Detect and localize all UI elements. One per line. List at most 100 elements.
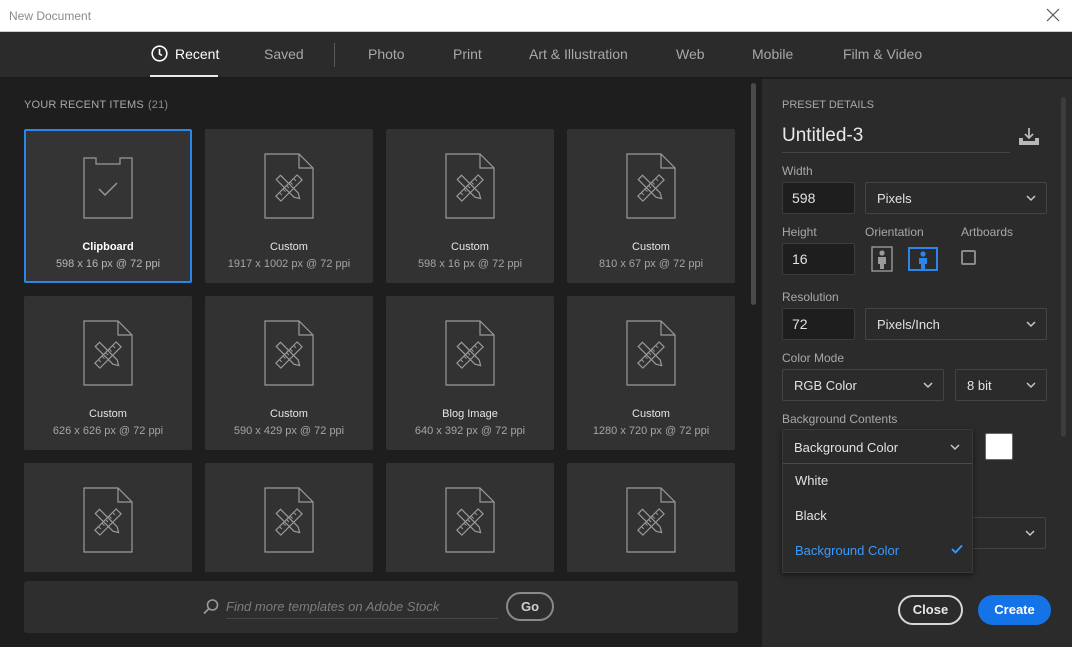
recent-item-tile[interactable] [24, 463, 192, 572]
window-title: New Document [9, 9, 92, 23]
color-mode-label: Color Mode [782, 351, 845, 365]
bit-depth-value: 8 bit [967, 378, 992, 393]
recent-items-label: YOUR RECENT ITEMS [24, 99, 144, 111]
background-contents-dropdown[interactable]: Background Color White Black Background … [782, 429, 973, 573]
recent-item-name: Custom [89, 408, 127, 420]
resolution-input[interactable]: 72 [782, 308, 855, 340]
recent-item-tile[interactable]: Blog Image 640 x 392 px @ 72 ppi [386, 296, 554, 450]
custom-document-icon [264, 487, 314, 553]
recent-items-panel: YOUR RECENT ITEMS (21) Clipboard 598 x 16 … [0, 79, 762, 647]
recent-items-scrollbar[interactable] [751, 83, 756, 305]
checkmark-icon [951, 544, 963, 554]
stock-search-input[interactable] [226, 595, 498, 619]
width-label: Width [782, 164, 813, 178]
recent-item-dimensions: 598 x 16 px @ 72 ppi [55, 258, 161, 270]
close-button[interactable]: Close [898, 595, 963, 625]
preset-details-heading: PRESET DETAILS [782, 99, 874, 111]
recent-items-grid: Clipboard 598 x 16 px @ 72 ppi Custom 1917… [0, 129, 745, 572]
tab-art-illustration[interactable]: Art & Illustration [529, 46, 628, 62]
document-name-field[interactable]: Untitled-3 [782, 125, 1010, 153]
recent-item-tile[interactable] [567, 463, 735, 572]
recent-item-tile[interactable]: Custom 1917 x 1002 px @ 72 ppi [205, 129, 373, 283]
orientation-label: Orientation [865, 225, 924, 239]
artboards-label: Artboards [961, 225, 1014, 239]
chevron-down-icon [1026, 382, 1036, 389]
window-titlebar: New Document [0, 0, 1072, 32]
recent-item-name: Custom [632, 408, 670, 420]
recent-item-tile[interactable] [386, 463, 554, 572]
tab-saved[interactable]: Saved [264, 46, 304, 62]
recent-item-name: Blog Image [442, 408, 498, 420]
chevron-down-icon [923, 382, 933, 389]
recent-item-dimensions: 590 x 429 px @ 72 ppi [233, 425, 345, 437]
close-window-icon[interactable] [1044, 6, 1062, 24]
tab-photo[interactable]: Photo [368, 46, 405, 62]
height-input[interactable]: 16 [782, 243, 855, 275]
search-icon [203, 599, 219, 615]
recent-item-tile[interactable]: Custom 590 x 429 px @ 72 ppi [205, 296, 373, 450]
recent-item-dimensions: 626 x 626 px @ 72 ppi [52, 425, 164, 437]
option-background-color[interactable]: Background Color [795, 543, 899, 558]
tab-print[interactable]: Print [453, 46, 482, 62]
chevron-down-icon [1026, 321, 1036, 328]
option-white[interactable]: White [795, 473, 828, 488]
artboards-checkbox[interactable] [961, 250, 976, 265]
chevron-down-icon [1025, 530, 1035, 537]
recent-item-tile[interactable]: Clipboard 598 x 16 px @ 72 ppi [24, 129, 192, 283]
resolution-label: Resolution [782, 290, 839, 304]
recent-item-tile[interactable]: Custom 810 x 67 px @ 72 ppi [567, 129, 735, 283]
tab-web[interactable]: Web [676, 46, 705, 62]
background-contents-select[interactable]: Background Color [783, 430, 972, 464]
recent-item-dimensions: 598 x 16 px @ 72 ppi [417, 258, 523, 270]
landscape-orientation-icon[interactable] [908, 246, 938, 272]
chevron-down-icon [1026, 195, 1036, 202]
recent-item-tile[interactable]: Custom 1280 x 720 px @ 72 ppi [567, 296, 735, 450]
option-black[interactable]: Black [795, 508, 827, 523]
clock-icon [151, 45, 168, 62]
advanced-options-select[interactable] [968, 517, 1046, 549]
resolution-unit-value: Pixels/Inch [877, 317, 940, 332]
background-contents-label: Background Contents [782, 412, 898, 426]
tab-recent[interactable]: Recent [175, 46, 219, 62]
bit-depth-select[interactable]: 8 bit [955, 369, 1047, 401]
recent-item-dimensions: 810 x 67 px @ 72 ppi [598, 258, 704, 270]
save-preset-icon[interactable] [1018, 127, 1040, 147]
chevron-down-icon [950, 444, 960, 451]
width-unit-select[interactable]: Pixels [865, 182, 1047, 214]
tab-mobile[interactable]: Mobile [752, 46, 793, 62]
portrait-orientation-icon[interactable] [870, 246, 894, 272]
resolution-unit-select[interactable]: Pixels/Inch [865, 308, 1047, 340]
category-tabs: Recent Saved Photo Print Art & Illustrat… [0, 32, 1072, 78]
recent-item-name: Custom [451, 241, 489, 253]
custom-document-icon [264, 320, 314, 386]
stock-search-bar: Go [24, 581, 738, 633]
custom-document-icon [83, 487, 133, 553]
recent-item-name: Custom [270, 408, 308, 420]
custom-document-icon [83, 320, 133, 386]
color-mode-value: RGB Color [794, 378, 857, 393]
custom-document-icon [445, 320, 495, 386]
background-contents-value: Background Color [794, 440, 899, 455]
recent-items-heading: YOUR RECENT ITEMS (21) [24, 99, 168, 111]
recent-item-name: Custom [632, 241, 670, 253]
recent-item-tile[interactable] [205, 463, 373, 572]
recent-item-dimensions: 640 x 392 px @ 72 ppi [414, 425, 526, 437]
width-input[interactable]: 598 [782, 182, 855, 214]
color-mode-select[interactable]: RGB Color [782, 369, 944, 401]
recent-items-count: (21) [147, 99, 169, 111]
recent-item-dimensions: 1280 x 720 px @ 72 ppi [592, 425, 710, 437]
background-color-swatch[interactable] [985, 433, 1013, 460]
custom-document-icon [626, 153, 676, 219]
create-button[interactable]: Create [978, 595, 1051, 625]
custom-document-icon [626, 487, 676, 553]
recent-item-dimensions: 1917 x 1002 px @ 72 ppi [227, 258, 351, 270]
custom-document-icon [445, 487, 495, 553]
width-unit-value: Pixels [877, 191, 912, 206]
custom-document-icon [264, 153, 314, 219]
height-label: Height [782, 225, 817, 239]
preset-details-scrollbar[interactable] [1061, 97, 1066, 437]
go-button[interactable]: Go [506, 592, 554, 621]
recent-item-tile[interactable]: Custom 626 x 626 px @ 72 ppi [24, 296, 192, 450]
recent-item-tile[interactable]: Custom 598 x 16 px @ 72 ppi [386, 129, 554, 283]
tab-film-video[interactable]: Film & Video [843, 46, 922, 62]
